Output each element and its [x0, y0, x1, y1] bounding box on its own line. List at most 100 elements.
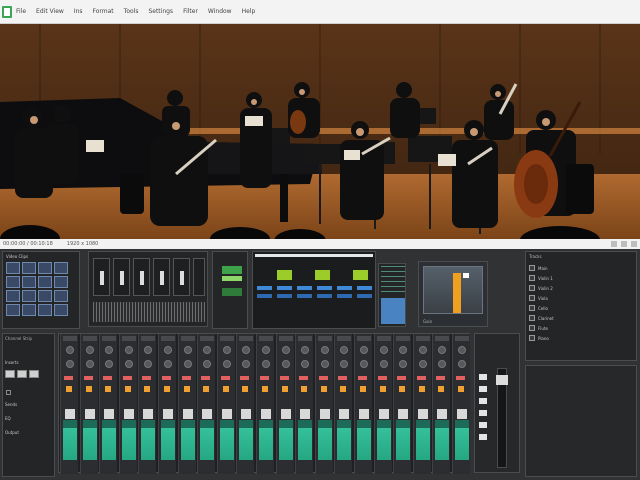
- fader-handle[interactable]: [140, 271, 144, 285]
- track-checkbox[interactable]: [529, 335, 535, 341]
- channel-name-field[interactable]: [415, 336, 430, 341]
- send-knob[interactable]: [281, 360, 290, 368]
- channel-fader-handle[interactable]: [104, 409, 115, 419]
- play-icon[interactable]: [611, 241, 617, 247]
- channel-fader-handle[interactable]: [417, 409, 428, 419]
- mute-button[interactable]: [299, 376, 309, 380]
- pan-knob[interactable]: [320, 346, 329, 354]
- matrix-cell[interactable]: [357, 286, 372, 290]
- mute-button[interactable]: [338, 376, 348, 380]
- channel-fader-handle[interactable]: [163, 409, 173, 419]
- master-button[interactable]: [479, 434, 487, 440]
- channel-name-field[interactable]: [82, 336, 97, 341]
- menu-window[interactable]: Window: [208, 8, 232, 15]
- menu-help[interactable]: Help: [242, 8, 256, 15]
- send-knob[interactable]: [242, 360, 251, 368]
- solo-button[interactable]: [222, 386, 229, 392]
- track-checkbox[interactable]: [529, 325, 535, 331]
- clip-thumbnail[interactable]: [22, 304, 36, 316]
- channel-fader-handle[interactable]: [241, 409, 252, 419]
- clip-thumbnail[interactable]: [22, 262, 36, 274]
- solo-button[interactable]: [242, 386, 249, 392]
- channel-fader-handle[interactable]: [280, 409, 291, 419]
- video-preview[interactable]: [0, 24, 640, 239]
- solo-button[interactable]: [262, 386, 268, 392]
- channel-fader-handle[interactable]: [65, 409, 75, 419]
- solo-button[interactable]: [340, 386, 347, 392]
- mute-button[interactable]: [279, 376, 289, 380]
- track-checkbox[interactable]: [529, 315, 535, 321]
- channel-fader-handle[interactable]: [319, 409, 330, 419]
- channel-name-field[interactable]: [376, 336, 391, 341]
- channel-fader-handle[interactable]: [143, 409, 154, 419]
- mute-button[interactable]: [240, 376, 250, 380]
- solo-button[interactable]: [203, 386, 210, 392]
- matrix-cell[interactable]: [353, 270, 368, 280]
- channel-fader-handle[interactable]: [457, 409, 467, 419]
- master-button[interactable]: [479, 398, 487, 404]
- mute-button[interactable]: [397, 376, 407, 380]
- clip-thumbnail[interactable]: [54, 262, 68, 274]
- record-icon[interactable]: [631, 241, 637, 247]
- solo-button[interactable]: [379, 386, 386, 392]
- insert-slot[interactable]: [29, 370, 39, 378]
- mute-button[interactable]: [416, 376, 426, 380]
- channel-name-field[interactable]: [200, 336, 215, 341]
- pan-knob[interactable]: [242, 346, 251, 354]
- send-knob[interactable]: [85, 360, 94, 368]
- mute-button[interactable]: [181, 376, 191, 380]
- clip-thumbnail[interactable]: [6, 276, 20, 288]
- channel-name-field[interactable]: [278, 336, 293, 341]
- matrix-cell[interactable]: [297, 294, 312, 298]
- channel-name-field[interactable]: [337, 336, 352, 341]
- matrix-cell[interactable]: [277, 286, 292, 290]
- pan-knob[interactable]: [124, 346, 133, 354]
- menu-tools[interactable]: Tools: [124, 8, 139, 15]
- channel-name-field[interactable]: [121, 336, 136, 341]
- channel-fader-handle[interactable]: [359, 409, 369, 419]
- track-checkbox[interactable]: [529, 305, 535, 311]
- mute-button[interactable]: [456, 376, 465, 380]
- channel-fader[interactable]: [133, 258, 150, 296]
- master-button[interactable]: [479, 386, 487, 392]
- send-knob[interactable]: [418, 360, 427, 368]
- menu-edit-view[interactable]: Edit View: [36, 8, 64, 15]
- channel-name-field[interactable]: [219, 336, 234, 341]
- solo-button[interactable]: [281, 386, 288, 392]
- pan-knob[interactable]: [301, 346, 310, 354]
- mute-button[interactable]: [162, 376, 171, 380]
- track-row[interactable]: Violin 1: [529, 274, 553, 282]
- sends-label[interactable]: Sends: [5, 402, 17, 407]
- master-fader-handle[interactable]: [496, 375, 508, 385]
- pan-knob[interactable]: [66, 346, 74, 354]
- solo-button[interactable]: [164, 386, 170, 392]
- track-row[interactable]: Clarinet: [529, 314, 554, 322]
- mute-button[interactable]: [103, 376, 113, 380]
- send-knob[interactable]: [399, 360, 408, 368]
- send-knob[interactable]: [301, 360, 310, 368]
- matrix-cell[interactable]: [317, 286, 332, 290]
- channel-fader-handle[interactable]: [202, 409, 213, 419]
- pan-knob[interactable]: [85, 346, 94, 354]
- track-row[interactable]: Violin 2: [529, 284, 553, 292]
- pan-knob[interactable]: [458, 346, 466, 354]
- clip-thumbnail[interactable]: [54, 304, 68, 316]
- send-knob[interactable]: [438, 360, 447, 368]
- channel-name-field[interactable]: [259, 336, 273, 341]
- channel-fader-handle[interactable]: [123, 409, 134, 419]
- menu-settings[interactable]: Settings: [148, 8, 173, 15]
- mute-button[interactable]: [260, 376, 269, 380]
- send-knob[interactable]: [340, 360, 349, 368]
- clip-thumbnail[interactable]: [54, 276, 68, 288]
- send-knob[interactable]: [164, 360, 172, 368]
- pan-knob[interactable]: [144, 346, 153, 354]
- mute-button[interactable]: [318, 376, 328, 380]
- output-label[interactable]: Output: [5, 430, 19, 435]
- channel-name-field[interactable]: [180, 336, 195, 341]
- pan-knob[interactable]: [105, 346, 114, 354]
- track-checkbox[interactable]: [529, 275, 535, 281]
- solo-button[interactable]: [85, 386, 92, 392]
- mute-button[interactable]: [142, 376, 152, 380]
- channel-fader[interactable]: [93, 258, 110, 296]
- matrix-cell[interactable]: [277, 270, 292, 280]
